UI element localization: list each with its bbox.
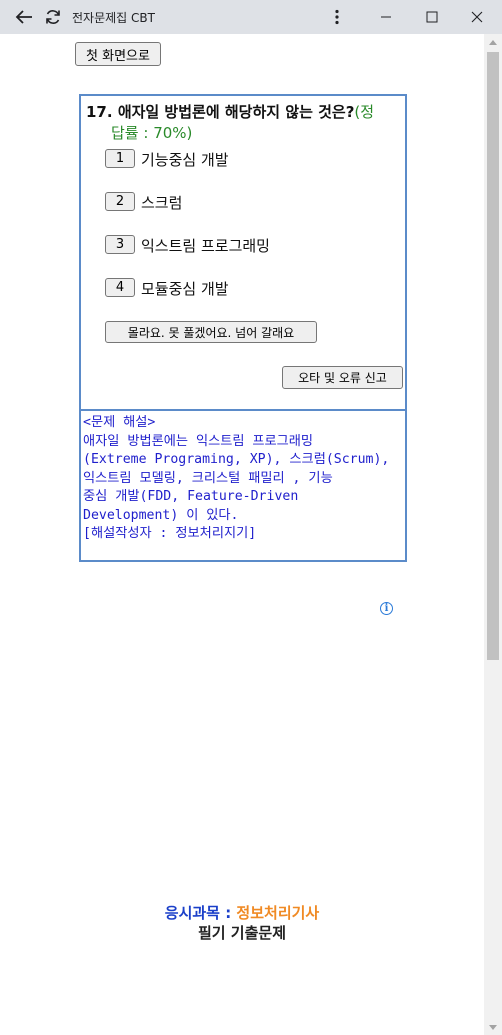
explanation-line: 익스트림 모델링, 크리스털 패밀리 , 기능 xyxy=(83,470,333,486)
subject-value: 정보처리기사 xyxy=(236,904,320,922)
question-text: 애자일 방법론에 해당하지 않는 것은? xyxy=(117,103,355,121)
option-2-button[interactable]: 2 xyxy=(105,192,135,211)
correct-rate-open: (정 xyxy=(354,103,375,121)
scroll-thumb[interactable] xyxy=(487,52,499,660)
page-viewport: 첫 화면으로 17. 애자일 방법론에 해당하지 않는 것은?(정 답률 : 7… xyxy=(0,34,484,1035)
explanation-author: [해설작성자 : 정보처리지기] xyxy=(83,526,257,541)
more-menu-icon[interactable] xyxy=(326,0,348,34)
explanation-line: (Extreme Programing, XP), 스크럼(Scrum), xyxy=(83,452,390,467)
minimize-icon[interactable] xyxy=(374,0,398,34)
correct-rate: 답률 : 70%) xyxy=(111,124,193,142)
window-title: 전자문제집 CBT xyxy=(72,11,155,25)
exam-type: 필기 기출문제 xyxy=(197,924,287,942)
maximize-icon[interactable] xyxy=(420,0,444,34)
option-1-button[interactable]: 1 xyxy=(105,149,135,168)
reload-icon[interactable] xyxy=(42,0,64,34)
question-box: 17. 애자일 방법론에 해당하지 않는 것은?(정 답률 : 70%) 1 기… xyxy=(79,94,407,562)
skip-button[interactable]: 몰라요. 못 풀겠어요. 넘어 갈래요 xyxy=(105,321,317,343)
option-1-label[interactable]: 기능중심 개발 xyxy=(141,149,229,170)
option-4-label[interactable]: 모듈중심 개발 xyxy=(141,278,229,299)
option-3-button[interactable]: 3 xyxy=(105,235,135,254)
scroll-up-icon[interactable] xyxy=(484,34,502,50)
subject-label: 응시과목 : xyxy=(164,904,237,922)
ad-info-icon[interactable]: i xyxy=(380,602,393,615)
report-error-button[interactable]: 오타 및 오류 신고 xyxy=(282,366,403,389)
back-icon[interactable] xyxy=(12,0,36,34)
home-button[interactable]: 첫 화면으로 xyxy=(75,42,161,66)
question-number: 17. xyxy=(86,103,113,121)
scroll-down-icon[interactable] xyxy=(484,1019,502,1035)
explanation-line: Development) 이 있다. xyxy=(83,507,239,523)
option-2-label[interactable]: 스크럼 xyxy=(141,192,182,213)
explanation: <문제 해설> 애자일 방법론에는 익스트림 프로그래밍 (Extreme Prog… xyxy=(83,414,405,544)
explanation-line: 중심 개발(FDD, Feature-Driven xyxy=(83,489,299,504)
title-bar: 전자문제집 CBT xyxy=(0,0,502,34)
exam-subject: 응시과목 : 정보처리기사 xyxy=(0,902,484,923)
question-title: 17. 애자일 방법론에 해당하지 않는 것은?(정 xyxy=(86,102,404,123)
close-icon[interactable] xyxy=(464,0,490,34)
vertical-scrollbar[interactable] xyxy=(484,34,502,1035)
explanation-line: 애자일 방법론에는 익스트림 프로그래밍 xyxy=(83,433,314,449)
divider xyxy=(81,409,405,411)
option-3-label[interactable]: 익스트림 프로그래밍 xyxy=(141,235,270,256)
option-4-button[interactable]: 4 xyxy=(105,278,135,297)
explanation-heading: <문제 해설> xyxy=(83,415,156,430)
